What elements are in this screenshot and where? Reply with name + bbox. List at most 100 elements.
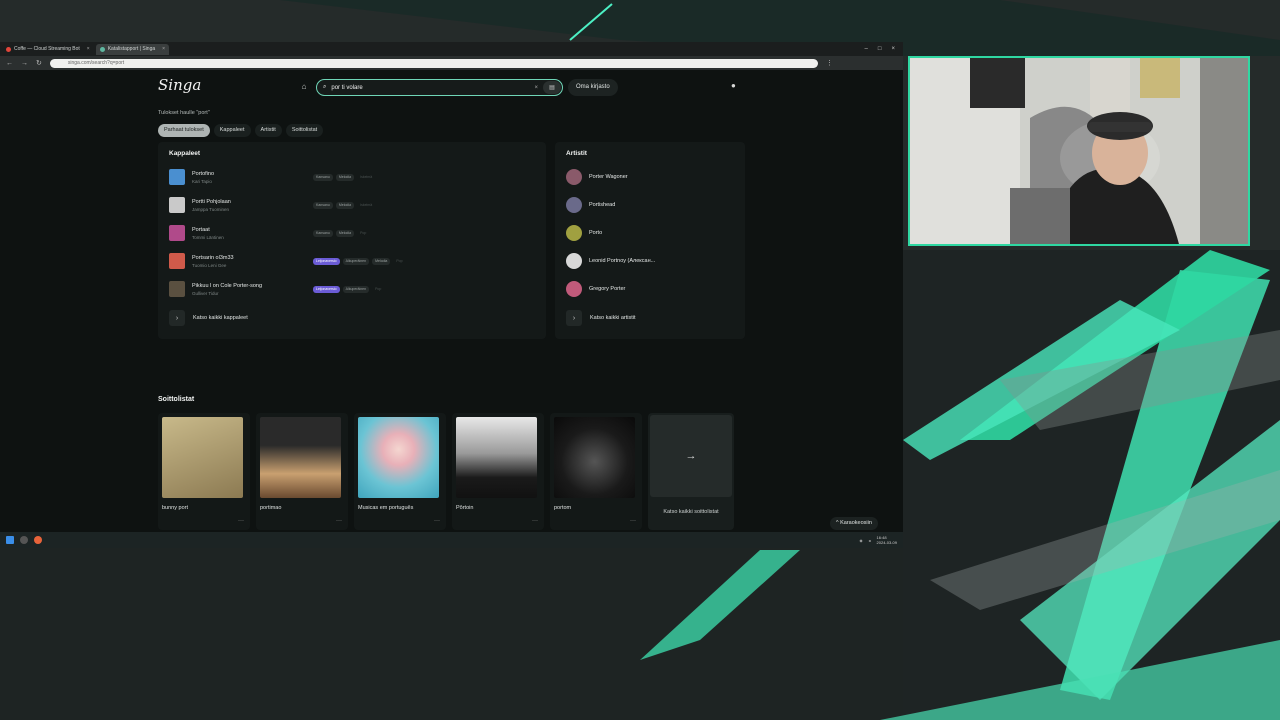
volume-icon[interactable]: ◂ (869, 538, 871, 543)
chevron-right-icon: › (566, 310, 582, 326)
artists-panel: Artistit Porter Wagoner Portishead Porto… (555, 142, 745, 339)
user-icon[interactable]: ● (731, 81, 736, 90)
playlists-row: bunny port ··· portimao ··· Musicas em p… (158, 413, 734, 530)
back-icon[interactable]: ← (6, 60, 13, 67)
more-options-icon[interactable]: ··· (630, 518, 636, 524)
playlist-name: portimao (260, 505, 282, 511)
playlist-card[interactable]: Musicas em português ··· (354, 413, 446, 530)
avatar (566, 281, 582, 297)
maximize-icon[interactable]: □ (878, 46, 882, 52)
playlist-card[interactable]: Pôrtoin ··· (452, 413, 544, 530)
song-title: Portti Pohjolaan (192, 198, 231, 205)
reload-icon[interactable]: ↻ (36, 59, 42, 67)
close-tab-icon[interactable]: × (162, 46, 165, 52)
singa-logo[interactable]: Singa (158, 76, 201, 94)
playlist-name: portom (554, 505, 572, 511)
song-tag: Pop (360, 230, 367, 235)
song-tag: Melodia (372, 257, 391, 265)
playlist-cover (358, 417, 439, 498)
forward-icon[interactable]: → (21, 60, 28, 67)
close-window-icon[interactable]: × (891, 46, 895, 52)
song-tag: Kansanu (313, 229, 333, 237)
karaoke-label: Karaokeosiin (840, 520, 872, 526)
song-row[interactable]: Portti Pohjolaan Jamppa Tuominen Kansanu… (169, 195, 539, 215)
minimize-icon[interactable]: – (865, 46, 868, 52)
filter-best-results[interactable]: Parhaat tulokset (158, 124, 210, 137)
filter-artists[interactable]: Artistit (254, 124, 282, 137)
playlist-card[interactable]: bunny port ··· (158, 413, 250, 530)
more-options-icon[interactable]: ··· (532, 518, 538, 524)
song-row[interactable]: Portofino Kari Tapio Kansanu Melodia Isk… (169, 167, 539, 187)
artist-name: Portishead (589, 202, 616, 208)
playlist-card[interactable]: portom ··· (550, 413, 642, 530)
avatar (566, 225, 582, 241)
search-bar[interactable]: ⌕ por ti volare × ▤ (316, 79, 563, 96)
search-input[interactable]: por ti volare (331, 85, 362, 91)
song-cover (169, 197, 185, 213)
firefox-icon[interactable] (34, 536, 42, 544)
playlists-title: Soittolistat (158, 396, 195, 403)
tab-label: Coffe — Cloud Streaming Bot (14, 46, 80, 52)
favicon-icon (6, 46, 11, 52)
song-tag: Iskelmä (360, 174, 373, 179)
song-cover (169, 169, 185, 185)
os-taskbar: ◈ ◂ 16:48 2024-03-09 (0, 532, 903, 548)
artist-row[interactable]: Leonid Portnoy (Алексан... (566, 253, 655, 269)
artist-row[interactable]: Gregory Porter (566, 281, 625, 297)
playlist-cover (456, 417, 537, 498)
avatar (566, 197, 582, 213)
see-all-playlists-card[interactable]: → Katso kaikki soittolistat (648, 413, 734, 530)
song-row[interactable]: Portsarin ol3m33 Tuomio Leni Gee Leijona… (169, 251, 539, 271)
browser-tab-2[interactable]: Katalistapport | Singa × (95, 43, 170, 55)
library-button[interactable]: Oma kirjasto (568, 79, 618, 96)
see-all-artists-link[interactable]: › Katso kaikki artistit (566, 310, 636, 326)
artist-name: Gregory Porter (589, 286, 626, 292)
arrow-right-icon: → (650, 415, 732, 497)
more-options-icon[interactable]: ··· (238, 518, 244, 524)
song-row[interactable]: Portaat Tommi Läntinen Kansanu Melodia P… (169, 223, 539, 243)
song-title: Portaat (192, 226, 210, 233)
see-all-songs-link[interactable]: › Katso kaikki kappaleet (169, 310, 248, 326)
tab-label: Katalistapport | Singa (107, 46, 156, 52)
song-artist: Jamppa Tuominen (192, 206, 230, 212)
avatar (566, 169, 582, 185)
song-tag: Kansanu (313, 201, 333, 209)
clear-search-icon[interactable]: × (534, 85, 538, 91)
windows-start-icon[interactable] (6, 536, 14, 544)
artist-row[interactable]: Porter Wagoner (566, 169, 628, 185)
filter-chips: Parhaat tulokset Kappaleet Artistit Soit… (158, 124, 324, 137)
song-tag: Iskelmä (360, 202, 373, 207)
network-icon[interactable]: ◈ (859, 538, 862, 543)
close-tab-icon[interactable]: × (87, 46, 90, 52)
song-tag: Melodia (335, 201, 355, 209)
song-row[interactable]: Pikkuu l on Cole Porter-song Gulliver Ti… (169, 279, 539, 299)
filter-songs[interactable]: Kappaleet (213, 124, 251, 137)
song-cover (169, 281, 185, 297)
menu-icon[interactable]: ⋮ (826, 59, 833, 67)
song-tag: Pop (375, 286, 382, 291)
playlist-cover (554, 417, 635, 498)
song-artist: Tommi Läntinen (192, 234, 224, 240)
calendar-icon[interactable]: ▤ (543, 81, 561, 94)
app-header: Singa ⌂ ⌕ por ti volare × ▤ Oma kirjasto… (0, 70, 903, 104)
home-icon[interactable]: ⌂ (298, 81, 310, 93)
song-title: Pikkuu l on Cole Porter-song (192, 282, 263, 289)
results-title: Tulokset haulle "port" (158, 110, 210, 116)
search-icon[interactable] (20, 536, 28, 544)
see-all-playlists-label: Katso kaikki soittolistat (663, 509, 719, 515)
karaoke-mode-button[interactable]: ^ Karaokeosiin (830, 517, 878, 530)
artist-row[interactable]: Porto (566, 225, 602, 241)
more-options-icon[interactable]: ··· (434, 518, 440, 524)
artist-row[interactable]: Portishead (566, 197, 615, 213)
playlist-card[interactable]: portimao ··· (256, 413, 348, 530)
url-field[interactable]: singa.com/search?q=port (49, 58, 818, 68)
clock[interactable]: 16:48 2024-03-09 (877, 535, 897, 545)
playlist-cover (260, 417, 341, 498)
more-options-icon[interactable]: ··· (336, 518, 342, 524)
browser-tab-1[interactable]: Coffe — Cloud Streaming Bot × (2, 44, 94, 55)
song-cover (169, 253, 185, 269)
window-controls: – □ × (865, 46, 903, 52)
filter-playlists[interactable]: Soittolistat (285, 124, 324, 137)
playlist-cover (162, 417, 243, 498)
song-artist: Tuomio Leni Gee (192, 262, 227, 268)
